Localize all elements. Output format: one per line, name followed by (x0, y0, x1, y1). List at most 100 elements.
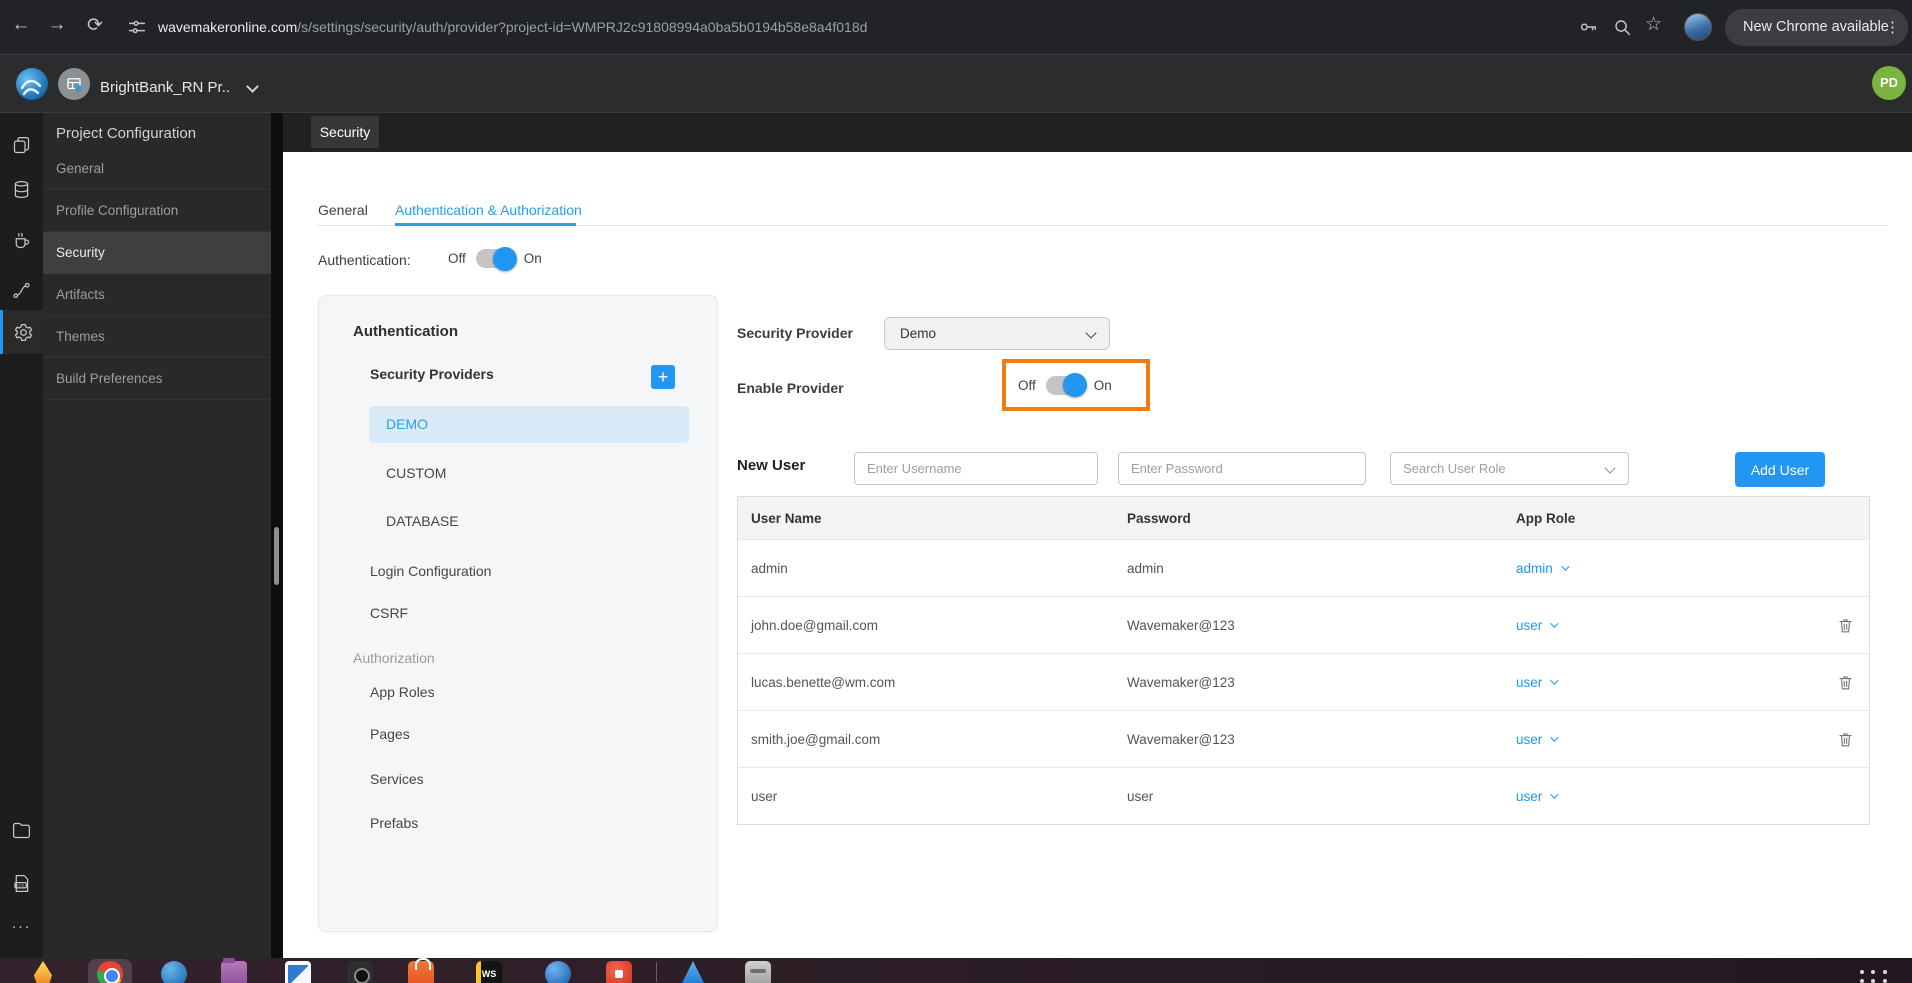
sidebar-item-artifacts[interactable]: Artifacts (43, 274, 271, 316)
tab-general[interactable]: General (318, 202, 368, 218)
browser-profile-avatar[interactable] (1684, 13, 1712, 41)
role-dropdown[interactable]: user (1516, 789, 1833, 804)
toggle-knob (1062, 373, 1087, 397)
security-provider-value: Demo (900, 326, 937, 341)
add-user-button[interactable]: Add User (1735, 452, 1825, 487)
sidebar-item-general[interactable]: General (43, 148, 271, 190)
new-user-username-input[interactable] (854, 452, 1098, 485)
screen: ← → ⟳ wavemakeronline.com/s/settings/sec… (0, 0, 1912, 983)
cell-password: user (1127, 788, 1154, 804)
reload-icon[interactable]: ⟳ (82, 14, 108, 37)
nav-item-csrf[interactable]: CSRF (370, 605, 408, 621)
authentication-toggle-group: Off On (448, 246, 542, 271)
authentication-section-header: Authentication (353, 323, 458, 340)
cell-username: john.doe@gmail.com (751, 617, 879, 633)
user-avatar[interactable]: PD (1872, 66, 1906, 100)
new-user-role-placeholder: Search User Role (1403, 461, 1506, 476)
authorization-section-header: Authorization (353, 650, 435, 666)
nav-item-login-configuration[interactable]: Login Configuration (370, 563, 491, 579)
chevron-down-icon (1550, 619, 1559, 628)
table-row: user user user (738, 767, 1869, 824)
files-folder-icon[interactable] (221, 958, 247, 983)
apps-grid-icon[interactable] (1860, 970, 1890, 983)
tab-authentication-authorization[interactable]: Authentication & Authorization (395, 202, 582, 218)
new-user-password-input[interactable] (1118, 452, 1366, 485)
site-info-icon[interactable] (126, 16, 148, 38)
project-avatar[interactable] (58, 68, 90, 100)
table-row: smith.joe@gmail.com Wavemaker@123 user (738, 710, 1869, 767)
delete-user-trash-icon[interactable] (1836, 729, 1855, 750)
pages-icon[interactable] (0, 123, 43, 167)
authentication-label: Authentication: (318, 252, 411, 268)
scrollbar-thumb[interactable] (274, 527, 279, 585)
file-explorer-folder-icon[interactable] (0, 808, 43, 852)
role-dropdown[interactable]: user (1516, 675, 1833, 690)
authentication-off-label: Off (448, 251, 466, 266)
ws-app-icon[interactable]: WS (476, 961, 502, 983)
page-header-band: Security (283, 113, 1912, 152)
sidebar-item-build-preferences[interactable]: Build Preferences (43, 358, 271, 400)
users-table: User Name Password App Role admin admin … (737, 496, 1870, 825)
cell-password: Wavemaker@123 (1127, 674, 1235, 690)
red-app-icon[interactable] (606, 961, 632, 983)
url-path: /s/settings/security/auth/provider?proje… (297, 19, 868, 35)
software-store-icon[interactable] (408, 958, 434, 983)
chrome-icon[interactable] (97, 961, 123, 983)
table-row: john.doe@gmail.com Wavemaker@123 user (738, 596, 1869, 653)
authentication-toggle[interactable] (475, 246, 517, 271)
role-dropdown[interactable]: user (1516, 732, 1833, 747)
security-page-tab[interactable]: Security (311, 116, 379, 148)
settings-gear-icon[interactable] (0, 310, 43, 354)
logs-icon[interactable]: LOG (0, 861, 43, 905)
enable-provider-highlight-box: Off On (1002, 359, 1150, 411)
nav-item-services[interactable]: Services (370, 771, 424, 787)
archive-app-icon[interactable] (745, 961, 771, 983)
url-bar[interactable]: wavemakeronline.com/s/settings/security/… (158, 19, 867, 35)
back-icon[interactable]: ← (8, 14, 34, 36)
security-settings-page: Security General Authentication & Author… (283, 113, 1912, 958)
provider-item-custom[interactable]: CUSTOM (386, 465, 446, 481)
forward-icon[interactable]: → (44, 14, 70, 36)
toggle-knob (492, 246, 517, 271)
thunderbird-icon[interactable] (161, 961, 187, 983)
blue-sphere-app-icon[interactable] (545, 961, 571, 983)
auth-nav-card: Authentication Security Providers + DEMO… (318, 295, 718, 932)
cell-username: admin (751, 560, 788, 576)
wavemaker-logo[interactable] (16, 68, 48, 100)
blue-triangle-app-icon[interactable] (680, 961, 706, 983)
enable-provider-label: Enable Provider (737, 380, 844, 396)
project-name[interactable]: BrightBank_RN Pr... (100, 79, 230, 96)
nav-item-pages[interactable]: Pages (370, 726, 410, 742)
delete-user-trash-icon[interactable] (1836, 615, 1855, 636)
add-provider-button[interactable]: + (651, 365, 675, 389)
chrome-update-button[interactable]: New Chrome available ⋮ (1725, 9, 1908, 46)
sidebar-item-profile-configuration[interactable]: Profile Configuration (43, 190, 271, 232)
flame-app-icon[interactable] (33, 961, 53, 983)
provider-item-database[interactable]: DATABASE (386, 513, 459, 529)
cell-username: lucas.benette@wm.com (751, 674, 896, 690)
nav-item-prefabs[interactable]: Prefabs (370, 815, 418, 831)
writer-icon[interactable] (285, 961, 311, 983)
new-user-label: New User (737, 457, 806, 474)
browser-menu-icon[interactable]: ⋮ (1885, 9, 1900, 46)
camera-app-icon[interactable] (347, 961, 373, 983)
more-options-icon[interactable]: ... (0, 915, 43, 933)
database-icon[interactable] (0, 167, 43, 211)
password-key-icon[interactable] (1577, 16, 1599, 38)
sidebar-item-themes[interactable]: Themes (43, 316, 271, 358)
apis-icon[interactable] (0, 268, 43, 312)
java-services-icon[interactable] (0, 218, 43, 262)
delete-user-trash-icon[interactable] (1836, 672, 1855, 693)
new-user-role-select[interactable]: Search User Role (1390, 452, 1629, 485)
role-dropdown[interactable]: user (1516, 618, 1833, 633)
sidebar-scrollbar (271, 113, 283, 958)
provider-item-demo[interactable]: DEMO (369, 406, 689, 443)
enable-provider-toggle[interactable] (1045, 373, 1087, 397)
zoom-icon[interactable] (1611, 16, 1633, 38)
nav-item-app-roles[interactable]: App Roles (370, 684, 435, 700)
security-provider-select[interactable]: Demo (884, 317, 1110, 350)
project-switcher-chevron-icon[interactable] (246, 80, 259, 93)
sidebar-item-security[interactable]: Security (43, 232, 271, 274)
bookmark-star-icon[interactable]: ☆ (1645, 13, 1662, 36)
role-dropdown[interactable]: admin (1516, 561, 1833, 576)
